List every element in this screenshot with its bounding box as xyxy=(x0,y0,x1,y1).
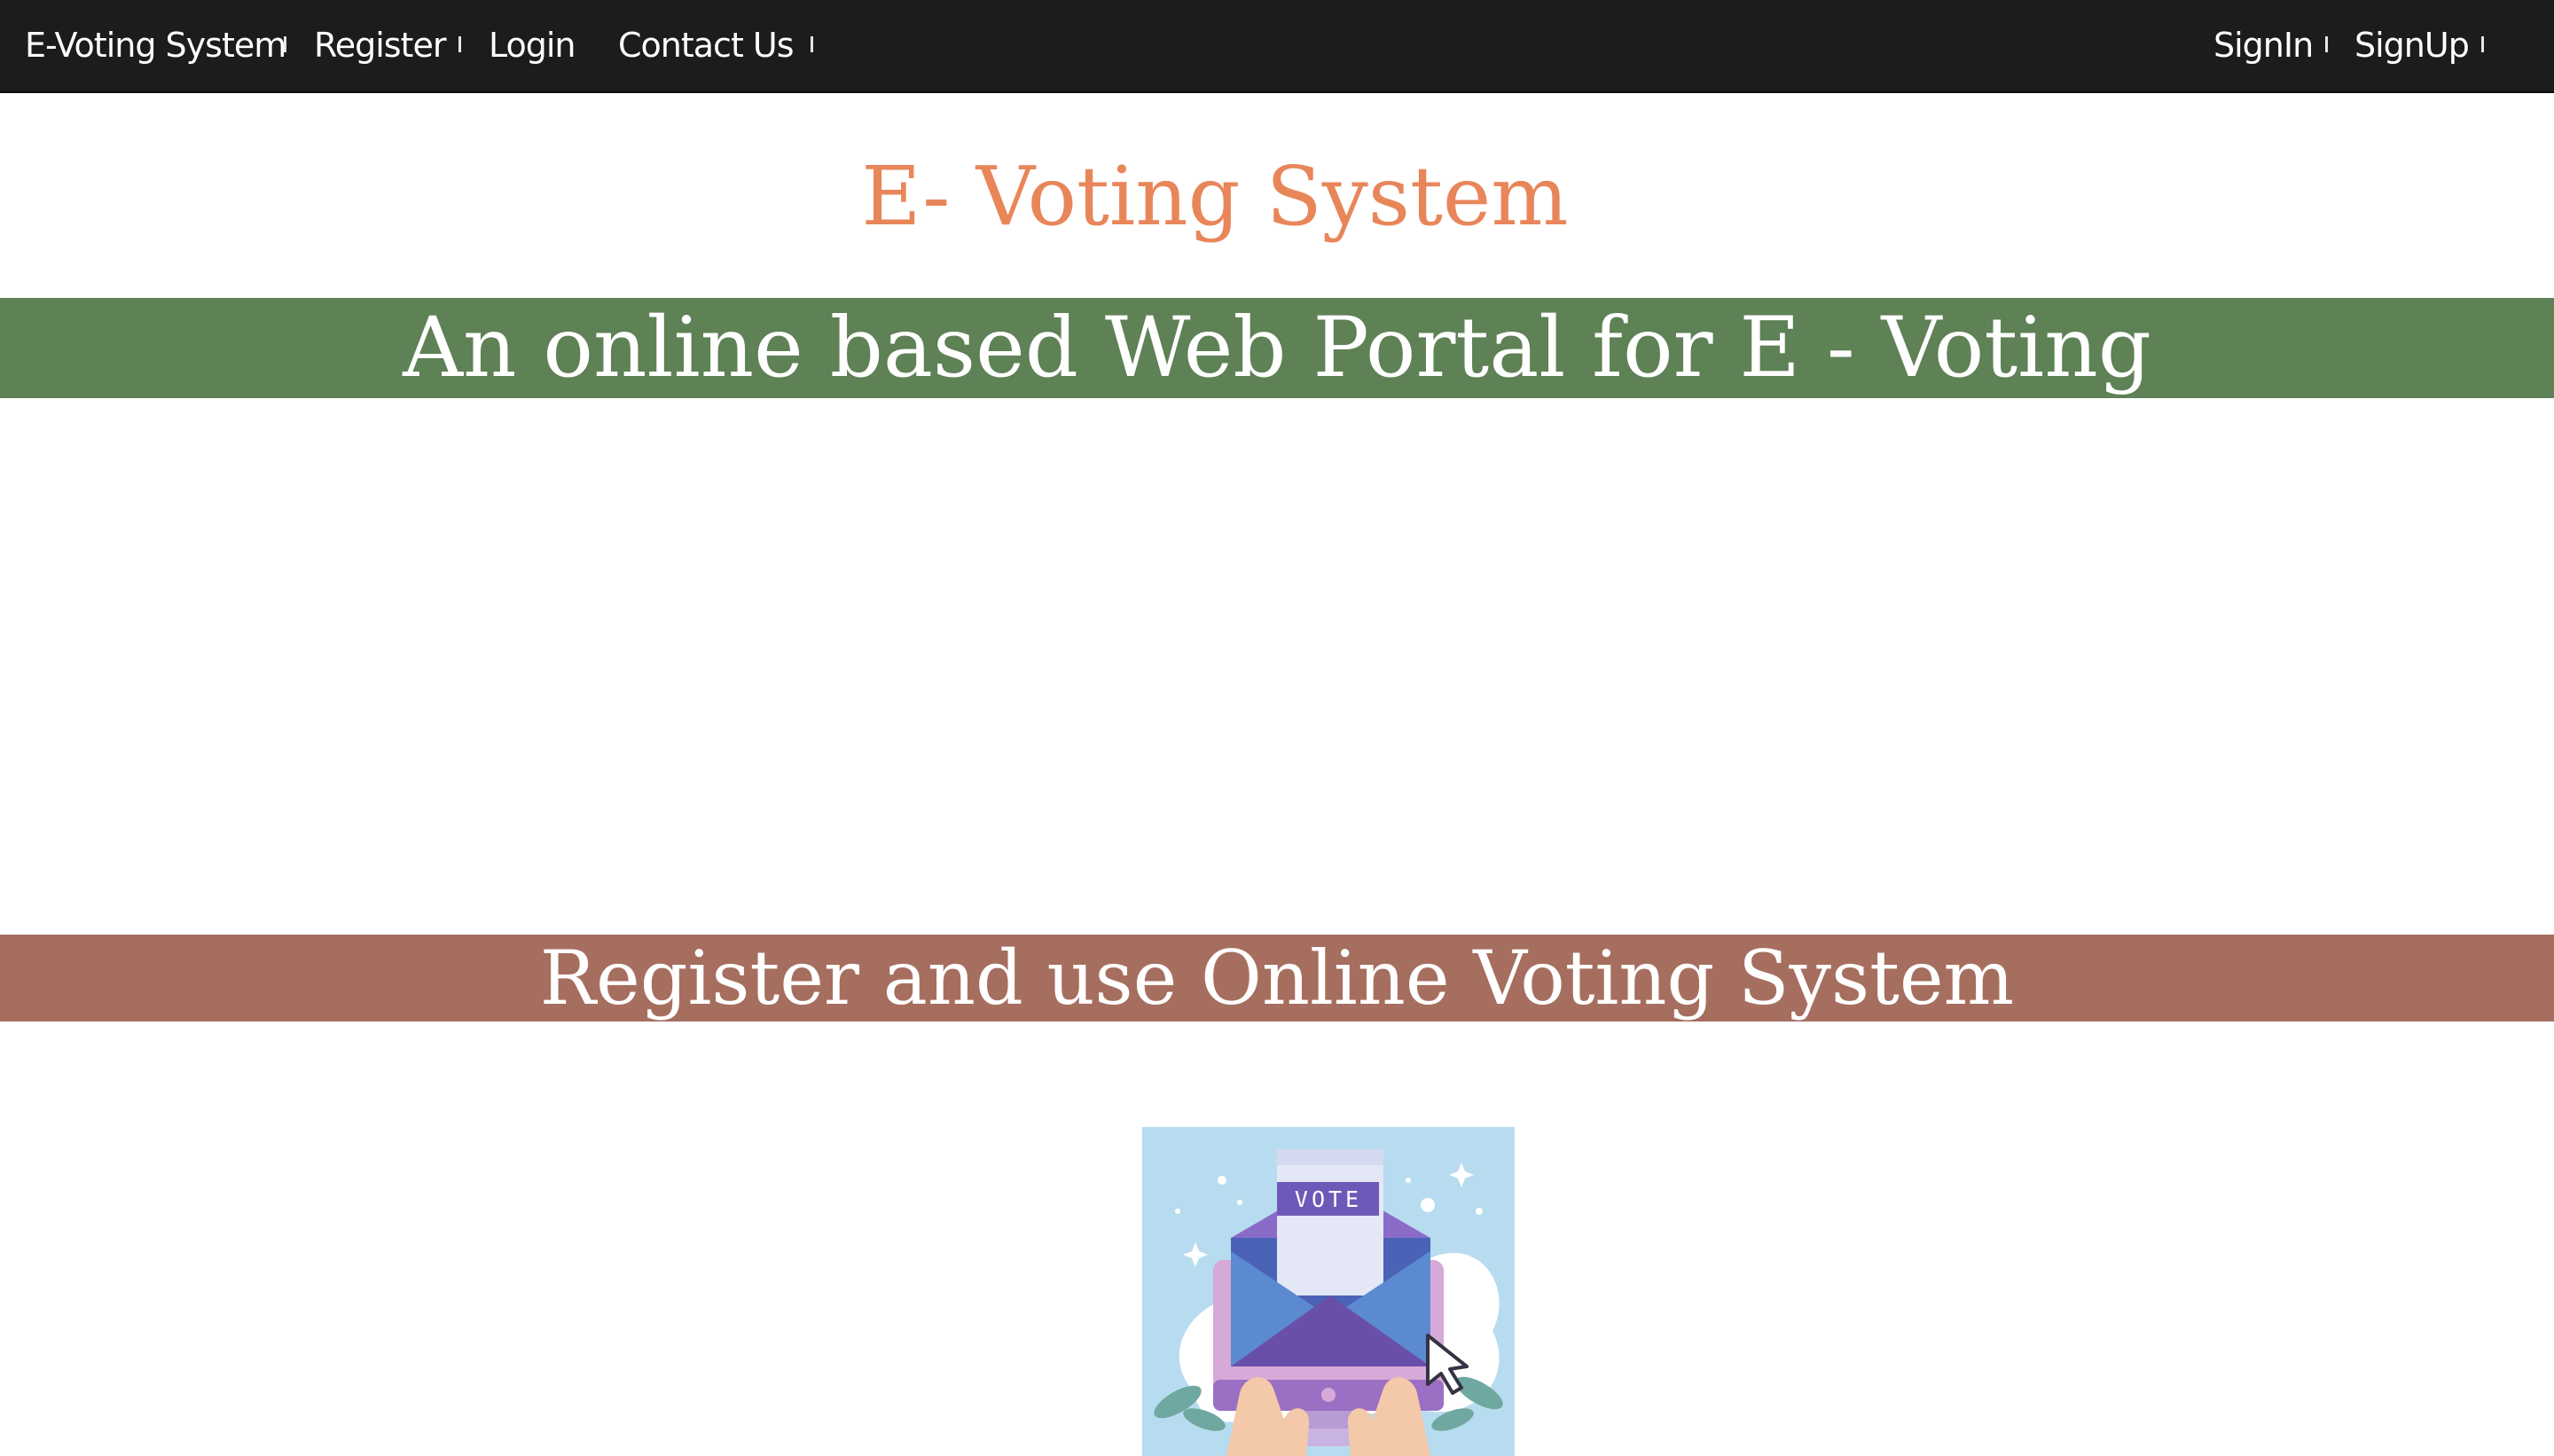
nav-signin-link[interactable]: SignIn xyxy=(2213,0,2314,91)
nav-separator xyxy=(2325,36,2328,52)
register-banner: Register and use Online Voting System xyxy=(0,935,2554,1022)
ballot-paper-icon: VOTE xyxy=(1277,1149,1383,1296)
evoting-illustration: VOTE xyxy=(1142,1127,1515,1456)
nav-register-link[interactable]: Register xyxy=(314,0,446,91)
top-navbar: E-Voting System Register Login Contact U… xyxy=(0,0,2554,93)
nav-signup-link[interactable]: SignUp xyxy=(2354,0,2470,91)
nav-separator xyxy=(458,36,461,52)
nav-login-link[interactable]: Login xyxy=(489,0,576,91)
svg-text:VOTE: VOTE xyxy=(1295,1186,1362,1212)
nav-separator xyxy=(2481,36,2484,52)
nav-separator xyxy=(811,36,813,52)
nav-contact-link[interactable]: Contact Us xyxy=(618,0,795,91)
page-title: E- Voting System xyxy=(861,149,1569,244)
tagline-banner: An online based Web Portal for E - Votin… xyxy=(0,298,2554,398)
register-banner-text: Register and use Online Voting System xyxy=(539,935,2015,1022)
nav-separator xyxy=(284,36,286,52)
nav-brand-link[interactable]: E-Voting System xyxy=(25,0,286,91)
tagline-text: An online based Web Portal for E - Votin… xyxy=(403,300,2151,396)
